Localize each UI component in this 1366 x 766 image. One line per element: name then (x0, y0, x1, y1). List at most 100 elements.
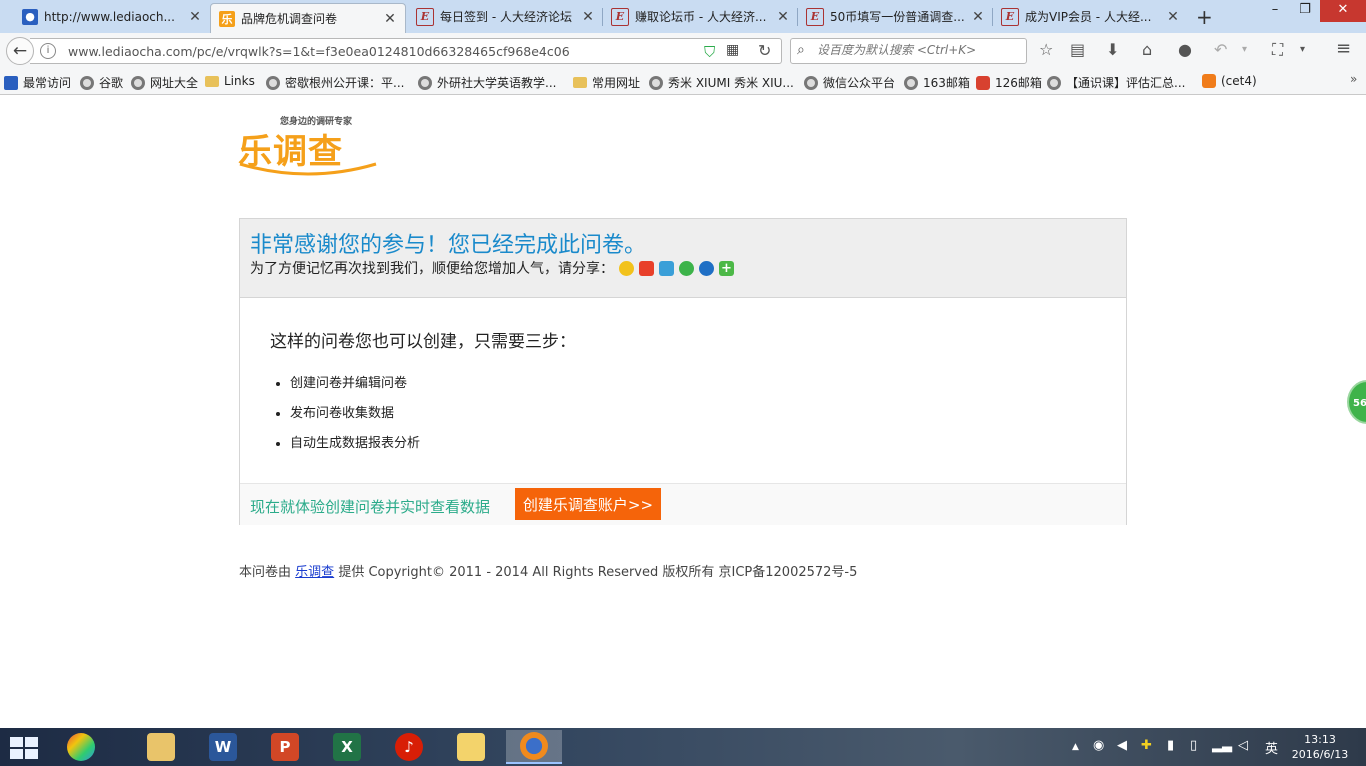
globe-icon (804, 75, 818, 90)
folder-icon (573, 77, 587, 88)
tab-title: 每日签到 - 人大经济论坛 (440, 10, 572, 24)
tab-daily-checkin[interactable]: E 每日签到 - 人大经济论坛 ✕ (408, 2, 603, 31)
tab-survey[interactable]: 乐 品牌危机调查问卷 ✕ (210, 3, 406, 33)
powerpoint-icon: P (271, 733, 299, 761)
minimize-button[interactable]: – (1260, 0, 1290, 22)
bookmark-url-directory[interactable]: 网址大全 (131, 74, 198, 91)
bookmark-163-mail[interactable]: 163邮箱 (904, 74, 970, 91)
close-icon[interactable]: ✕ (383, 11, 397, 27)
chevron-down-icon[interactable]: ▾ (1242, 44, 1247, 55)
bookmark-common-urls[interactable]: 常用网址 (573, 74, 640, 91)
list-item: 创建问卷并编辑问卷 (290, 375, 420, 405)
speaker-muted-icon[interactable]: ◀ (1117, 738, 1127, 753)
taskbar-powerpoint[interactable]: P (260, 730, 310, 764)
bookmark-label: 163邮箱 (923, 76, 970, 90)
close-icon[interactable]: ✕ (188, 9, 202, 25)
tab-earn-coins[interactable]: E 赚取论坛币 - 人大经济... ✕ (603, 2, 798, 31)
taskbar-word[interactable]: W (198, 730, 248, 764)
taskbar-qq-doodle[interactable] (446, 730, 496, 764)
chat-icon[interactable]: ● (1178, 40, 1192, 59)
tab-strip: ● http://www.lediaoch... ✕ 乐 品牌危机调查问卷 ✕ … (0, 0, 1366, 33)
doodle-icon (457, 733, 485, 761)
download-icon[interactable]: ⬇ (1106, 40, 1119, 59)
menu-icon[interactable]: ≡ (1336, 38, 1351, 59)
close-icon[interactable]: ✕ (581, 9, 595, 25)
floating-speed-badge[interactable]: 56 (1347, 380, 1366, 424)
tencent-weibo-icon[interactable] (659, 260, 674, 276)
bookmark-star-icon[interactable]: ☆ (1039, 40, 1053, 59)
weibo-icon[interactable] (639, 260, 654, 276)
chevron-down-icon[interactable]: ▾ (1300, 44, 1305, 55)
info-icon[interactable]: i (40, 43, 56, 59)
bookmark-wechat-platform[interactable]: 微信公众平台 (804, 74, 895, 91)
qzone-icon[interactable] (619, 260, 634, 276)
bookmark-cet4[interactable]: (cet4) (1202, 74, 1257, 88)
bookmark-label: 常用网址 (592, 76, 641, 90)
navigation-bar: i www.lediaocha.com/pc/e/vrqwlk?s=1&t=f3… (0, 33, 1366, 69)
footer-link-lediaocha[interactable]: 乐调查 (295, 565, 334, 580)
reload-icon[interactable]: ↻ (758, 41, 771, 60)
create-account-button[interactable]: 创建乐调查账户>> (515, 488, 661, 520)
globe-icon (80, 75, 94, 90)
system-clock[interactable]: 13:13 2016/6/13 (1290, 732, 1350, 762)
bookmark-xiumi[interactable]: 秀米 XIUMI 秀米 XIU... (649, 74, 794, 91)
chevron-right-icon[interactable]: » (1350, 72, 1357, 86)
start-menu-icon[interactable] (10, 737, 38, 759)
qr-code-icon[interactable]: ▦ (726, 42, 739, 58)
tab-survey-50-coins[interactable]: E 50币填写一份普通调查... ✕ (798, 2, 993, 31)
shield-icon[interactable]: ⛉ (704, 43, 715, 61)
maximize-button[interactable]: ❐ (1290, 0, 1320, 22)
security-plus-icon[interactable]: ✚ (1141, 738, 1152, 753)
bookmark-michigan[interactable]: 密歇根州公开课：平... (266, 74, 404, 91)
device-icon[interactable]: ▮ (1167, 738, 1174, 753)
completion-panel: 非常感谢您的参与！您已经完成此问卷。 为了方便记忆再次找到我们，顺便给您增加人气… (239, 218, 1127, 525)
taskbar-netease-music[interactable]: ♪ (384, 730, 434, 764)
undo-icon[interactable]: ↶ (1214, 40, 1227, 59)
url-bar[interactable]: i www.lediaocha.com/pc/e/vrqwlk?s=1&t=f3… (30, 38, 782, 64)
volume-icon[interactable]: ◁ (1238, 738, 1248, 753)
bookmark-most-visited[interactable]: 最常访问 (4, 74, 71, 91)
bookmark-google[interactable]: 谷歌 (80, 74, 123, 91)
taskbar-excel[interactable]: X (322, 730, 372, 764)
home-icon[interactable]: ⌂ (1142, 40, 1152, 59)
wechat-icon[interactable] (679, 260, 694, 276)
clock-time: 13:13 (1304, 733, 1336, 746)
back-button[interactable]: ← (6, 37, 34, 65)
window-close-button[interactable]: ✕ (1320, 0, 1366, 22)
tab-title: http://www.lediaoch... (44, 9, 175, 24)
battery-icon[interactable]: ▯ (1190, 738, 1197, 753)
clock-date: 2016/6/13 (1291, 748, 1349, 761)
renren-icon[interactable] (699, 260, 714, 276)
bookmark-126-mail[interactable]: 126邮箱 (976, 74, 1042, 91)
more-share-icon[interactable]: + (719, 260, 734, 276)
bookmark-general-course[interactable]: 【通识课】评估汇总... (1047, 74, 1185, 91)
globe-icon (904, 75, 918, 90)
crop-icon[interactable]: ⛶ (1272, 40, 1283, 60)
logo-swoosh (239, 162, 377, 176)
taskbar-firefox[interactable] (506, 730, 562, 764)
url-text[interactable]: www.lediaocha.com/pc/e/vrqwlk?s=1&t=f3e0… (68, 44, 570, 59)
new-tab-button[interactable]: + (1196, 5, 1213, 29)
cta-text: 现在就体验创建问卷并实时查看数据 (250, 498, 491, 516)
bookmark-links[interactable]: Links (205, 74, 255, 88)
tab-vip[interactable]: E 成为VIP会员 - 人大经... ✕ (993, 2, 1188, 31)
tab-title: 成为VIP会员 - 人大经... (1025, 10, 1152, 24)
close-icon[interactable]: ✕ (1166, 9, 1180, 25)
bookmarks-library-icon[interactable]: ▤ (1070, 40, 1085, 59)
share-prompt: 为了方便记忆再次找到我们，顺便给您增加人气，请分享： (250, 261, 614, 277)
close-icon[interactable]: ✕ (971, 9, 985, 25)
taskbar-color-app[interactable] (56, 730, 106, 764)
search-input[interactable] (815, 42, 1024, 58)
bookmark-fltrp[interactable]: 外研社大学英语教学... (418, 74, 556, 91)
qq-icon[interactable]: ◉ (1093, 738, 1104, 753)
close-icon[interactable]: ✕ (776, 9, 790, 25)
tab-lediaocha-url[interactable]: ● http://www.lediaoch... ✕ (14, 2, 210, 31)
search-box[interactable]: ⌕ (790, 38, 1027, 64)
taskbar-file-explorer[interactable] (136, 730, 186, 764)
input-language[interactable]: 英 (1265, 738, 1278, 757)
signal-icon[interactable]: ▂▃ (1212, 738, 1232, 753)
lediaocha-logo[interactable]: 您身边的调研专家 乐调查 (238, 114, 388, 180)
color-wheel-icon (67, 733, 95, 761)
chevron-up-icon[interactable]: ▲ (1072, 742, 1079, 752)
globe-icon (649, 75, 663, 90)
